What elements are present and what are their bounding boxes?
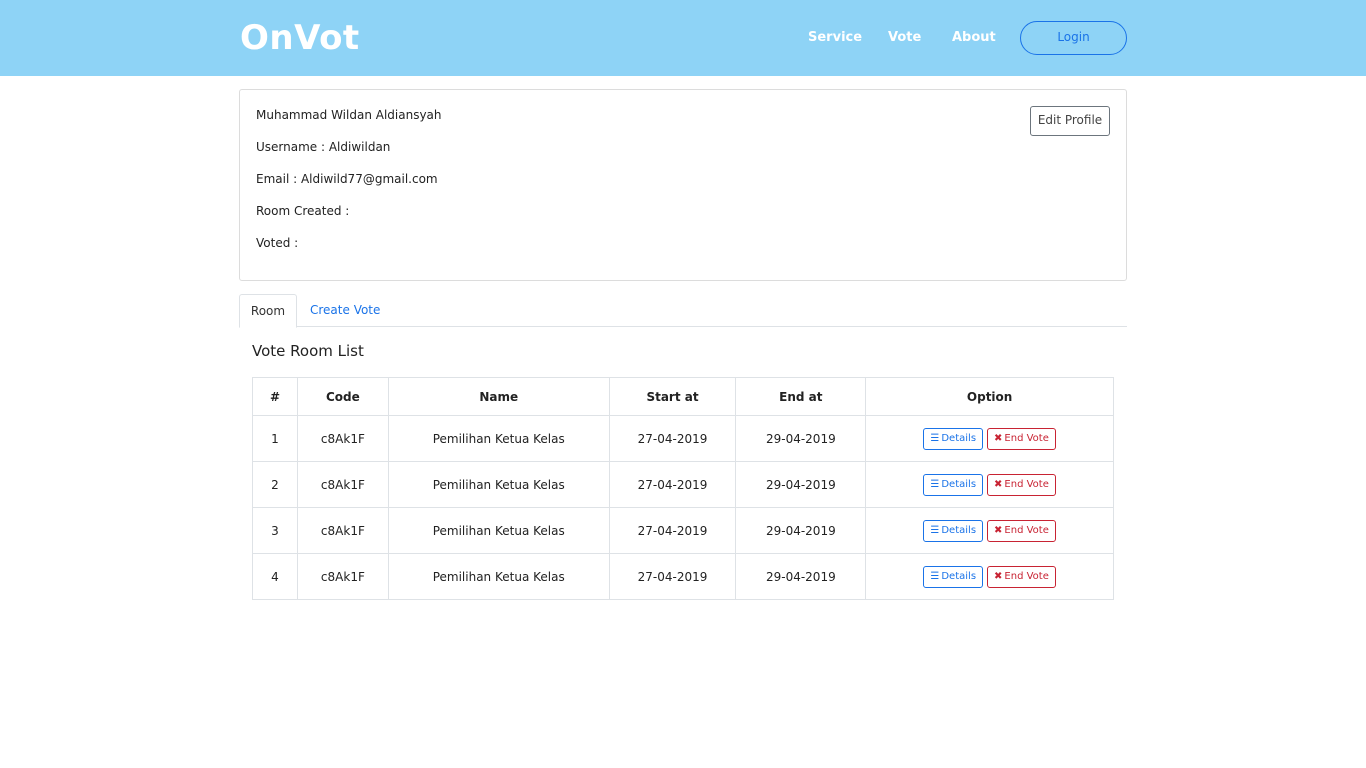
details-label: Details bbox=[941, 524, 977, 536]
row-name: Pemilihan Ketua Kelas bbox=[387, 461, 610, 508]
brand-logo[interactable]: OnVot bbox=[240, 16, 360, 60]
edit-profile-button[interactable]: Edit Profile bbox=[1030, 106, 1110, 136]
end-vote-button[interactable]: ✖ End Vote bbox=[987, 473, 1056, 496]
row-end: 29-04-2019 bbox=[735, 553, 867, 600]
list-icon: ☰ bbox=[930, 432, 940, 444]
header-number: # bbox=[252, 377, 298, 416]
list-icon: ☰ bbox=[930, 570, 940, 582]
section-title: Vote Room List bbox=[252, 342, 364, 360]
table-row: 1 c8Ak1F Pemilihan Ketua Kelas 27-04-201… bbox=[252, 415, 1114, 462]
row-name: Pemilihan Ketua Kelas bbox=[387, 507, 610, 554]
end-vote-label: End Vote bbox=[1004, 478, 1049, 490]
header-option: Option bbox=[865, 377, 1114, 416]
table-row: 3 c8Ak1F Pemilihan Ketua Kelas 27-04-201… bbox=[252, 507, 1114, 554]
row-name: Pemilihan Ketua Kelas bbox=[387, 553, 610, 600]
profile-name: Muhammad Wildan Aldiansyah bbox=[256, 108, 442, 122]
times-icon: ✖ bbox=[994, 478, 1003, 490]
row-options: ☰ Details ✖ End Vote bbox=[865, 553, 1114, 600]
times-icon: ✖ bbox=[994, 432, 1003, 444]
row-name: Pemilihan Ketua Kelas bbox=[387, 415, 610, 462]
details-label: Details bbox=[941, 570, 977, 582]
tab-room[interactable]: Room bbox=[239, 294, 297, 328]
row-options: ☰ Details ✖ End Vote bbox=[865, 415, 1114, 462]
vote-room-table: # Code Name Start at End at Option 1 c8A… bbox=[252, 377, 1114, 600]
profile-username: Username : Aldiwildan bbox=[256, 140, 391, 154]
end-vote-button[interactable]: ✖ End Vote bbox=[987, 565, 1056, 588]
details-button[interactable]: ☰ Details bbox=[923, 473, 984, 496]
tab-bar: Room Create Vote bbox=[239, 294, 1127, 328]
end-vote-button[interactable]: ✖ End Vote bbox=[987, 519, 1056, 542]
nav-link-service[interactable]: Service bbox=[808, 30, 862, 45]
end-vote-button[interactable]: ✖ End Vote bbox=[987, 427, 1056, 450]
table-row: 2 c8Ak1F Pemilihan Ketua Kelas 27-04-201… bbox=[252, 461, 1114, 508]
row-options: ☰ Details ✖ End Vote bbox=[865, 461, 1114, 508]
end-vote-label: End Vote bbox=[1004, 524, 1049, 536]
details-label: Details bbox=[941, 478, 977, 490]
row-start: 27-04-2019 bbox=[608, 461, 737, 508]
header-start: Start at bbox=[608, 377, 737, 416]
list-icon: ☰ bbox=[930, 524, 940, 536]
row-start: 27-04-2019 bbox=[608, 507, 737, 554]
row-end: 29-04-2019 bbox=[735, 461, 867, 508]
table-row: 4 c8Ak1F Pemilihan Ketua Kelas 27-04-201… bbox=[252, 553, 1114, 600]
profile-email: Email : Aldiwild77@gmail.com bbox=[256, 172, 438, 186]
navbar: OnVot Service Vote About Login bbox=[0, 0, 1366, 76]
details-button[interactable]: ☰ Details bbox=[923, 519, 984, 542]
row-code: c8Ak1F bbox=[296, 553, 389, 600]
table-header-row: # Code Name Start at End at Option bbox=[252, 377, 1114, 416]
row-start: 27-04-2019 bbox=[608, 553, 737, 600]
details-button[interactable]: ☰ Details bbox=[923, 427, 984, 450]
row-end: 29-04-2019 bbox=[735, 415, 867, 462]
nav-link-vote[interactable]: Vote bbox=[888, 30, 921, 45]
header-name: Name bbox=[387, 377, 610, 416]
end-vote-label: End Vote bbox=[1004, 432, 1049, 444]
row-number: 2 bbox=[252, 461, 298, 508]
tab-create-vote[interactable]: Create Vote bbox=[310, 294, 380, 326]
list-icon: ☰ bbox=[930, 478, 940, 490]
row-code: c8Ak1F bbox=[296, 461, 389, 508]
row-code: c8Ak1F bbox=[296, 507, 389, 554]
times-icon: ✖ bbox=[994, 570, 1003, 582]
row-number: 1 bbox=[252, 415, 298, 462]
row-start: 27-04-2019 bbox=[608, 415, 737, 462]
nav-link-about[interactable]: About bbox=[952, 30, 996, 45]
row-code: c8Ak1F bbox=[296, 415, 389, 462]
details-button[interactable]: ☰ Details bbox=[923, 565, 984, 588]
row-end: 29-04-2019 bbox=[735, 507, 867, 554]
row-options: ☰ Details ✖ End Vote bbox=[865, 507, 1114, 554]
header-end: End at bbox=[735, 377, 867, 416]
profile-voted: Voted : bbox=[256, 236, 299, 250]
header-code: Code bbox=[296, 377, 389, 416]
row-number: 4 bbox=[252, 553, 298, 600]
end-vote-label: End Vote bbox=[1004, 570, 1049, 582]
times-icon: ✖ bbox=[994, 524, 1003, 536]
login-button[interactable]: Login bbox=[1020, 21, 1127, 55]
profile-card: Muhammad Wildan Aldiansyah Username : Al… bbox=[239, 89, 1127, 281]
row-number: 3 bbox=[252, 507, 298, 554]
profile-room-created: Room Created : bbox=[256, 204, 350, 218]
details-label: Details bbox=[941, 432, 977, 444]
